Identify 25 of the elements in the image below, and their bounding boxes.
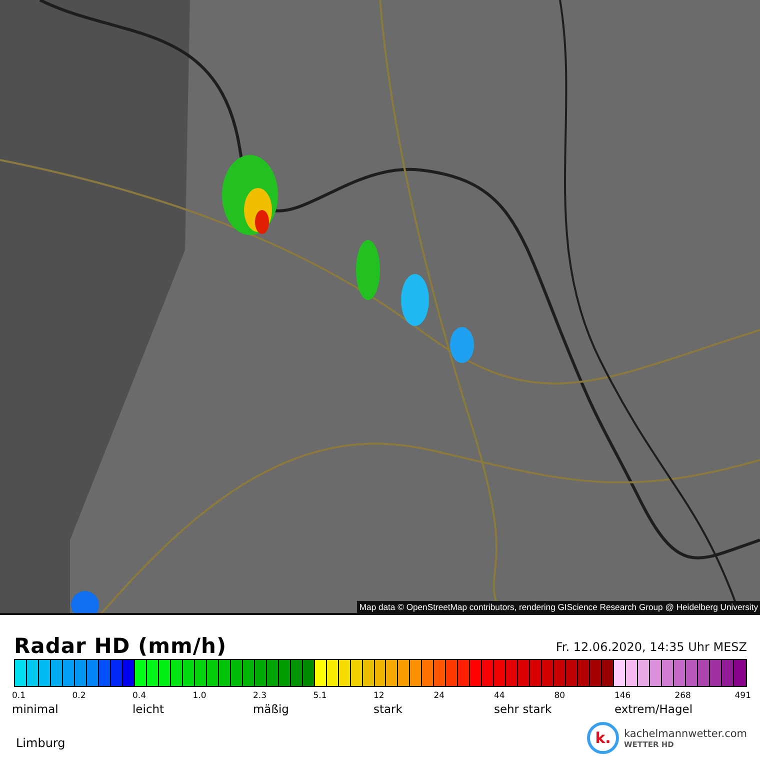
map-attribution: Map data © OpenStreetMap contributors, rendering GIScience Research Group @ Heidelberg University — [357, 601, 760, 613]
tick-label: 80 — [554, 691, 566, 701]
tick-label: 0.4 — [132, 691, 148, 701]
category-label: minimal — [12, 702, 60, 716]
tick-label: 24 — [434, 691, 446, 701]
tick-label: 146 — [614, 691, 632, 701]
region-name: Limburg — [16, 736, 66, 750]
tick-label: 1.0 — [192, 691, 208, 701]
category-label: stark — [373, 702, 404, 716]
tick-label: 5.1 — [313, 691, 328, 701]
tick-label: 491 — [734, 691, 751, 701]
logo-name: kachelmannwetter.com — [624, 728, 747, 740]
category-label: leicht — [132, 702, 166, 716]
tick-label: 2.3 — [252, 691, 268, 701]
category-label: sehr stark — [494, 702, 553, 716]
logo-mark: k. — [587, 722, 620, 754]
tick-label: 268 — [674, 691, 692, 701]
tick-label: 44 — [494, 691, 506, 701]
tick-label: 0.2 — [72, 691, 87, 701]
timestamp: Fr. 12.06.2020, 14:35 Uhr MESZ — [556, 640, 747, 656]
legend-title: Radar HD (mm/h) — [14, 634, 227, 659]
category-label: mäßig — [252, 702, 290, 716]
tick-label: 0.1 — [12, 691, 27, 701]
category-label: extrem/Hagel — [614, 702, 694, 716]
tick-label: 12 — [373, 691, 386, 701]
